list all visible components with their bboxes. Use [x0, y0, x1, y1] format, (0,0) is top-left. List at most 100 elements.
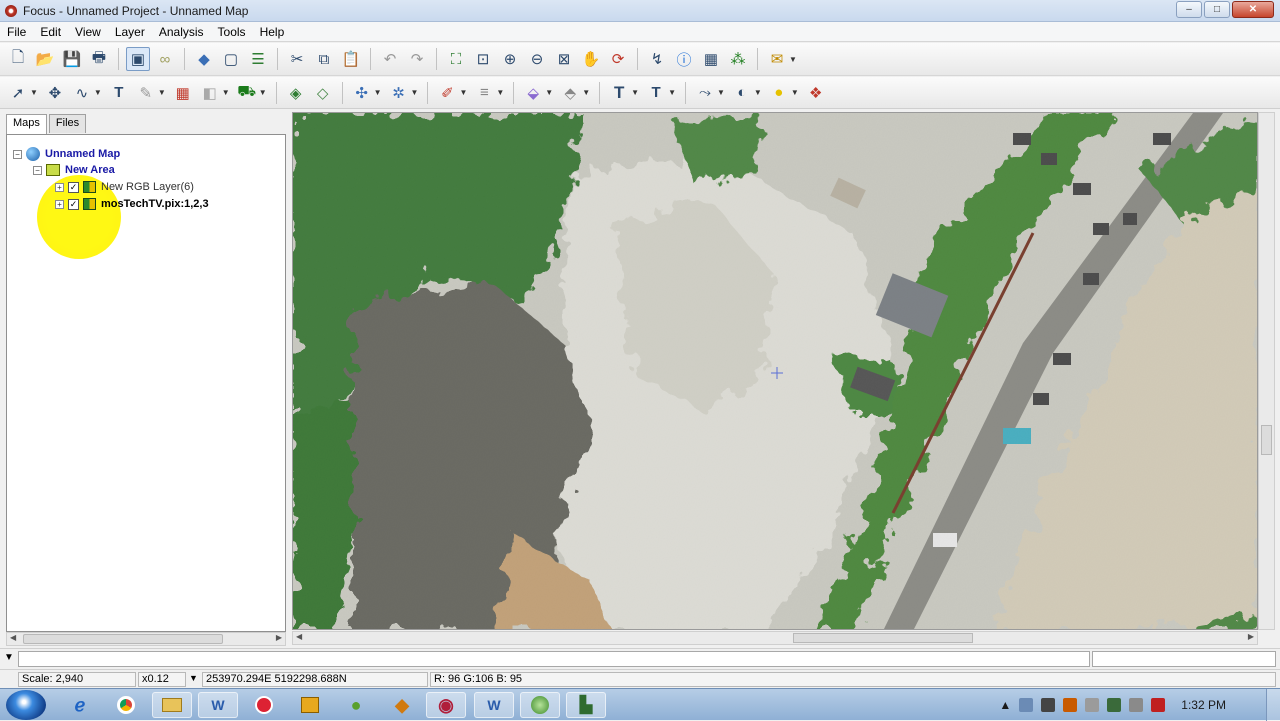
brush-icon[interactable]: ✎	[134, 81, 158, 105]
dropdown-icon[interactable]: ▼	[631, 88, 639, 97]
outlook-icon[interactable]	[290, 692, 330, 718]
explorer-icon[interactable]	[152, 692, 192, 718]
scroll-right-icon[interactable]: ▶	[276, 633, 282, 642]
zoom-in-icon[interactable]: ⊕	[498, 47, 522, 71]
tree-item-rgb-layer[interactable]: + ✓ New RGB Layer(6)	[55, 181, 194, 193]
tray-app-icon[interactable]	[1085, 698, 1100, 712]
view-area-icon[interactable]: ▣	[126, 47, 150, 71]
menu-help[interactable]: Help	[253, 25, 292, 39]
tree-item-area[interactable]: − New Area	[33, 164, 115, 176]
dropdown-icon[interactable]: ▼	[259, 88, 267, 97]
zoom-box-icon[interactable]: ⊡	[471, 47, 495, 71]
collapse-icon[interactable]: −	[13, 149, 22, 159]
expand-icon[interactable]: +	[55, 199, 64, 209]
volume-icon[interactable]	[1129, 698, 1144, 712]
dropdown-icon[interactable]: ▼	[222, 88, 230, 97]
paint-bucket-icon[interactable]: ⛟	[235, 81, 259, 105]
open-icon[interactable]: 📂	[33, 47, 57, 71]
map-viewport[interactable]	[292, 112, 1258, 630]
tree-horizontal-scrollbar[interactable]: ◀ ▶	[6, 632, 286, 646]
zoom-out-icon[interactable]: ⊖	[525, 47, 549, 71]
focus-icon[interactable]	[520, 692, 560, 718]
scroll-thumb[interactable]	[793, 633, 973, 643]
undo-icon[interactable]: ↶	[378, 47, 402, 71]
link-icon[interactable]: ∞	[153, 47, 177, 71]
collapse-icon[interactable]: −	[33, 165, 42, 175]
fill-icon[interactable]: ◧	[198, 81, 222, 105]
chart-dropdown-icon[interactable]: ▼	[789, 55, 797, 64]
zoom-dropdown-icon[interactable]: ▼	[189, 673, 198, 683]
chart-icon[interactable]: ✉	[765, 47, 789, 71]
frame-icon[interactable]: ▢	[219, 47, 243, 71]
tray-app-icon[interactable]	[1151, 698, 1166, 712]
dropdown-icon[interactable]: ▼	[545, 88, 553, 97]
redo-icon[interactable]: ↷	[405, 47, 429, 71]
scroll-left-icon[interactable]: ◀	[10, 633, 16, 642]
menu-analysis[interactable]: Analysis	[152, 25, 211, 39]
layer-visibility-checkbox[interactable]: ✓	[68, 181, 79, 193]
menu-edit[interactable]: Edit	[33, 25, 68, 39]
start-button[interactable]	[6, 690, 46, 720]
tray-expand-icon[interactable]: ▲	[999, 698, 1011, 712]
grid-icon[interactable]: ▦	[171, 81, 195, 105]
map-horizontal-scrollbar[interactable]: ◀ ▶	[292, 631, 1258, 645]
vector-edit-icon[interactable]: ✲	[387, 81, 411, 105]
paste-icon[interactable]: 📋	[339, 47, 363, 71]
zoom-fit-icon[interactable]: ⊠	[552, 47, 576, 71]
pixel-query-icon[interactable]: ↯	[645, 47, 669, 71]
dropdown-icon[interactable]: ▼	[411, 88, 419, 97]
show-desktop-button[interactable]	[1266, 689, 1280, 721]
scroll-left-icon[interactable]: ◀	[296, 632, 302, 641]
dropdown-icon[interactable]: ▼	[374, 88, 382, 97]
scroll-thumb[interactable]	[1261, 425, 1272, 455]
contrast-icon[interactable]: ◐	[730, 81, 754, 105]
system-clock[interactable]: 1:32 PM	[1181, 698, 1226, 712]
scroll-thumb[interactable]	[23, 634, 223, 644]
dropdown-icon[interactable]: ▼	[30, 88, 38, 97]
word-icon[interactable]: W	[474, 692, 514, 718]
dropdown-icon[interactable]: ▼	[459, 88, 467, 97]
new-icon[interactable]: 🗋	[6, 47, 30, 71]
refresh-icon[interactable]: ⟳	[606, 47, 630, 71]
light-icon[interactable]: ●	[767, 81, 791, 105]
dropdown-icon[interactable]: ▼	[496, 88, 504, 97]
layers-icon[interactable]: ☰	[246, 47, 270, 71]
print-icon[interactable]: 🖶	[87, 47, 111, 71]
text-format-icon[interactable]: T	[644, 81, 668, 105]
close-button[interactable]: ✕	[1232, 1, 1274, 18]
polyline-icon[interactable]: ∿	[70, 81, 94, 105]
tree-item-image-layer[interactable]: + ✓ mosTechTV.pix:1,2,3	[55, 198, 209, 210]
table-icon[interactable]: ▦	[699, 47, 723, 71]
dropdown-icon[interactable]: ▼	[94, 88, 102, 97]
menu-layer[interactable]: Layer	[108, 25, 152, 39]
text-icon[interactable]: T	[107, 81, 131, 105]
dropdown-icon[interactable]: ▼	[582, 88, 590, 97]
map-vertical-scrollbar[interactable]	[1258, 112, 1275, 630]
cut-icon[interactable]: ✂	[285, 47, 309, 71]
dropdown-icon[interactable]: ▼	[754, 88, 762, 97]
color-wheel-icon[interactable]: ❖	[804, 81, 828, 105]
line-color-icon[interactable]: ✐	[435, 81, 459, 105]
measure-icon[interactable]: ⤳	[693, 81, 717, 105]
select-arrow-icon[interactable]: ➚	[6, 81, 30, 105]
dropdown-icon[interactable]: ▼	[158, 88, 166, 97]
paint-icon[interactable]: ●	[336, 692, 376, 718]
tray-app-icon[interactable]	[1063, 698, 1078, 712]
command-dropdown-icon[interactable]: ▼	[4, 652, 14, 663]
tab-files[interactable]: Files	[48, 114, 87, 133]
chrome-icon[interactable]	[106, 692, 146, 718]
copy-icon[interactable]: ⧉	[312, 47, 336, 71]
paint-icon[interactable]: ⬘	[558, 81, 582, 105]
expand-icon[interactable]: +	[55, 182, 64, 192]
vector-icon[interactable]: ✣	[350, 81, 374, 105]
info-icon[interactable]: ⓘ	[672, 47, 696, 71]
layer-stack-icon[interactable]: ◈	[284, 81, 308, 105]
font-icon[interactable]: T	[607, 81, 631, 105]
tray-app-icon[interactable]	[1107, 698, 1122, 712]
eraser-icon[interactable]: ◆	[192, 47, 216, 71]
command-input[interactable]	[18, 651, 1090, 667]
maximize-button[interactable]: □	[1204, 1, 1230, 18]
menu-view[interactable]: View	[68, 25, 108, 39]
pan-icon[interactable]: ✋	[579, 47, 603, 71]
plugin-icon[interactable]: ▙	[566, 692, 606, 718]
